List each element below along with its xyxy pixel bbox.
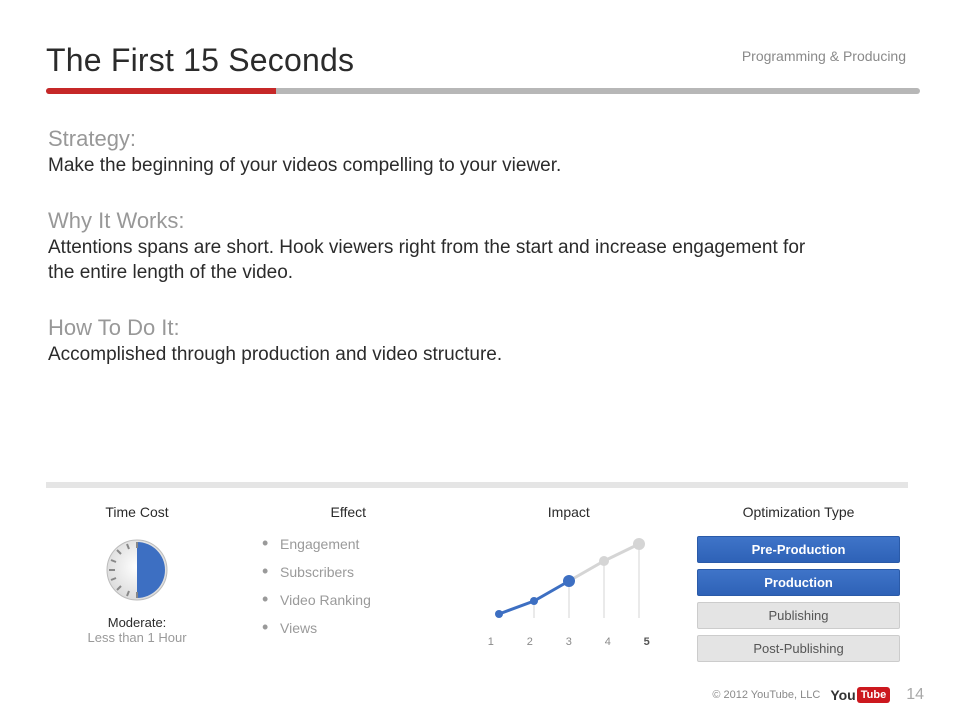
effect-item: Subscribers xyxy=(262,564,441,580)
impact-scale-3: 3 xyxy=(566,636,572,648)
header-rule xyxy=(46,88,920,94)
footer-rule xyxy=(46,482,908,488)
time-cost-label: Moderate: xyxy=(54,615,220,630)
opt-pre-production: Pre-Production xyxy=(697,536,900,563)
time-cost-sub: Less than 1 Hour xyxy=(54,630,220,645)
effect-list: Engagement Subscribers Video Ranking Vie… xyxy=(256,536,441,636)
impact-chart-icon xyxy=(484,536,654,631)
impact-scale-2: 2 xyxy=(527,636,533,648)
effect-title: Effect xyxy=(256,504,441,520)
effect-item: Views xyxy=(262,620,441,636)
category-label: Programming & Producing xyxy=(742,48,906,64)
opt-post-publishing: Post-Publishing xyxy=(697,635,900,662)
impact-scale-5: 5 xyxy=(644,636,650,648)
youtube-logo-you: You xyxy=(830,687,855,703)
page-number: 14 xyxy=(906,686,924,704)
header-rule-accent xyxy=(46,88,276,94)
time-cost-title: Time Cost xyxy=(54,504,220,520)
strategy-label: Strategy: xyxy=(48,126,828,152)
how-body: Accomplished through production and vide… xyxy=(48,343,828,367)
youtube-logo: You Tube xyxy=(830,687,890,703)
strategy-body: Make the beginning of your videos compel… xyxy=(48,154,828,178)
opt-production: Production xyxy=(697,569,900,596)
copyright: © 2012 YouTube, LLC xyxy=(712,689,820,701)
optimization-title: Optimization Type xyxy=(697,504,900,520)
effect-item: Video Ranking xyxy=(262,592,441,608)
why-body: Attentions spans are short. Hook viewers… xyxy=(48,236,828,285)
why-label: Why It Works: xyxy=(48,208,828,234)
clock-icon xyxy=(103,536,171,604)
impact-title: Impact xyxy=(477,504,662,520)
how-label: How To Do It: xyxy=(48,315,828,341)
impact-scale-1: 1 xyxy=(488,636,494,648)
youtube-logo-tube: Tube xyxy=(857,687,890,703)
impact-scale-4: 4 xyxy=(605,636,611,648)
opt-publishing: Publishing xyxy=(697,602,900,629)
effect-item: Engagement xyxy=(262,536,441,552)
